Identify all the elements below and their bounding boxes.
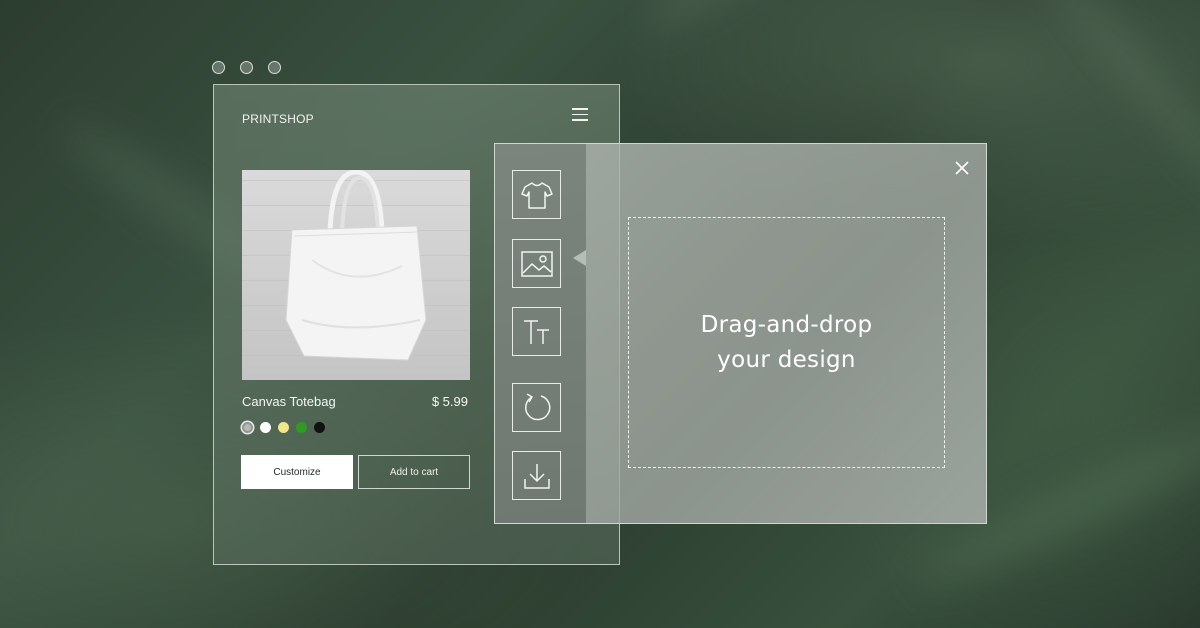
color-swatch[interactable]: [242, 422, 253, 433]
color-swatch[interactable]: [278, 422, 289, 433]
tool-rotate[interactable]: [512, 383, 561, 432]
window-dot[interactable]: [212, 61, 225, 74]
product-image: [242, 170, 470, 380]
customize-button[interactable]: Customize: [241, 455, 353, 489]
editor-toolbar: [495, 144, 586, 523]
close-icon[interactable]: [954, 160, 970, 176]
design-dropzone[interactable]: Drag-and-drop your design: [628, 217, 945, 468]
dropzone-title: Drag-and-drop: [700, 311, 873, 338]
color-swatches: [242, 422, 325, 433]
product-price: $ 5.99: [431, 394, 468, 409]
color-swatch[interactable]: [296, 422, 307, 433]
product-name: Canvas Totebag: [242, 394, 336, 409]
window-dot[interactable]: [240, 61, 253, 74]
background-leaf: [1025, 0, 1200, 208]
background-leaf: [635, 0, 905, 43]
color-swatch[interactable]: [314, 422, 325, 433]
color-swatch[interactable]: [260, 422, 271, 433]
tool-image[interactable]: [512, 239, 561, 288]
add-to-cart-button[interactable]: Add to cart: [358, 455, 470, 489]
image-icon: [520, 250, 553, 277]
window-dot[interactable]: [268, 61, 281, 74]
design-editor-panel: Drag-and-drop your design: [494, 143, 987, 524]
tool-download[interactable]: [512, 451, 561, 500]
active-tool-pointer: [573, 250, 586, 266]
dropzone-subtitle: your design: [717, 346, 856, 373]
brand-name: PRINTSHOP: [242, 112, 314, 126]
text-size-icon: [523, 319, 549, 344]
hamburger-menu-icon[interactable]: [572, 108, 588, 121]
rotate-icon: [524, 392, 550, 420]
tool-apparel[interactable]: [512, 170, 561, 219]
download-icon: [523, 463, 550, 489]
totebag-image: [285, 170, 427, 361]
window-controls: [212, 61, 281, 74]
tshirt-icon: [520, 181, 553, 209]
tool-text[interactable]: [512, 307, 561, 356]
